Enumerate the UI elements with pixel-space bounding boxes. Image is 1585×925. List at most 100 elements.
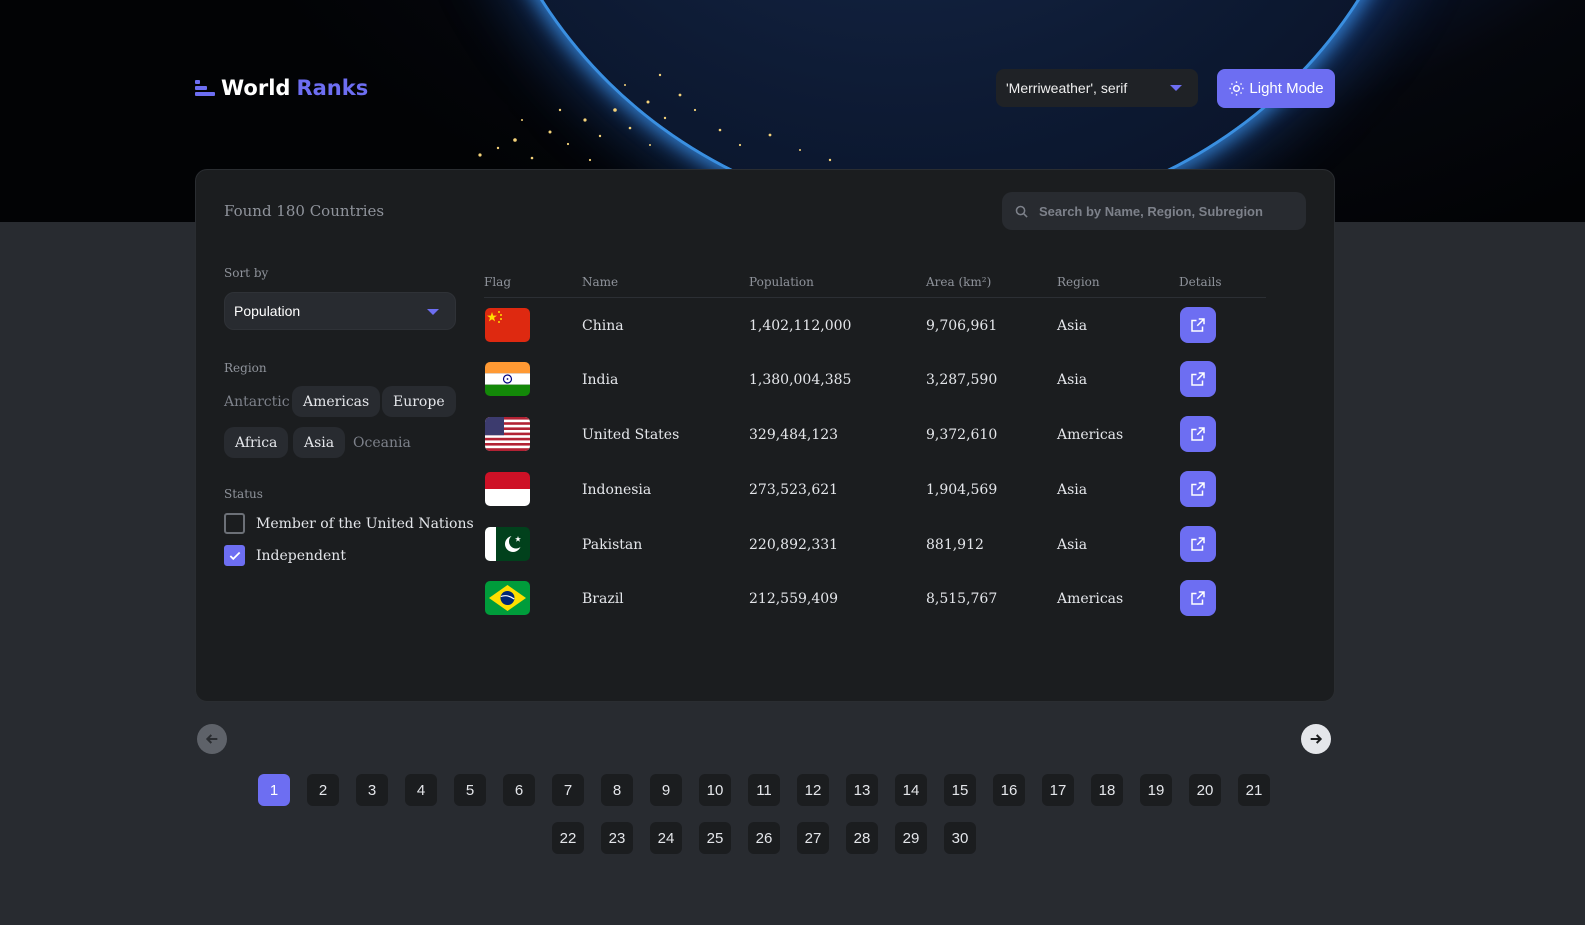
external-link-icon	[1191, 537, 1205, 551]
countries-card: Found 180 Countries Sort by Population R…	[195, 169, 1335, 702]
external-link-icon	[1191, 427, 1205, 441]
details-button[interactable]	[1180, 361, 1216, 397]
table-row[interactable]: Indonesia 273,523,621 1,904,569 Asia	[196, 470, 1336, 510]
search-input[interactable]	[1039, 203, 1289, 219]
next-page-button[interactable]	[1301, 724, 1331, 754]
details-button[interactable]	[1180, 526, 1216, 562]
font-select-value: 'Merriweather', serif	[1006, 80, 1128, 96]
page-button[interactable]: 22	[552, 822, 584, 854]
column-header-area[interactable]: Area (km²)	[926, 275, 991, 289]
country-name: Pakistan	[582, 537, 643, 553]
page-button[interactable]: 26	[748, 822, 780, 854]
page-button[interactable]: 29	[895, 822, 927, 854]
pakistan-flag	[485, 527, 530, 561]
page-button[interactable]: 6	[503, 774, 535, 806]
previous-page-button[interactable]	[197, 724, 227, 754]
country-region: Americas	[1057, 591, 1124, 607]
external-link-icon	[1191, 318, 1205, 332]
sun-icon	[1229, 81, 1244, 96]
details-button[interactable]	[1180, 416, 1216, 452]
column-header-details[interactable]: Details	[1179, 275, 1222, 289]
country-region: Asia	[1057, 318, 1088, 334]
country-name: India	[582, 372, 619, 388]
country-area: 881,912	[926, 537, 984, 553]
details-button[interactable]	[1180, 580, 1216, 616]
search-icon	[1015, 205, 1028, 218]
header-divider	[484, 297, 1266, 298]
column-header-region[interactable]: Region	[1057, 275, 1100, 289]
page-button[interactable]: 30	[944, 822, 976, 854]
search-box[interactable]	[1002, 192, 1306, 230]
light-mode-button[interactable]: Light Mode	[1217, 69, 1335, 108]
page-button[interactable]: 15	[944, 774, 976, 806]
external-link-icon	[1191, 482, 1205, 496]
page-button[interactable]: 8	[601, 774, 633, 806]
page-button[interactable]: 4	[405, 774, 437, 806]
page-button[interactable]: 10	[699, 774, 731, 806]
brazil-flag	[485, 581, 530, 615]
details-button[interactable]	[1180, 471, 1216, 507]
page-button[interactable]: 2	[307, 774, 339, 806]
external-link-icon	[1191, 591, 1205, 605]
page-button[interactable]: 25	[699, 822, 731, 854]
arrow-right-icon	[1310, 734, 1323, 744]
page-button[interactable]: 12	[797, 774, 829, 806]
page-button[interactable]: 7	[552, 774, 584, 806]
page-button[interactable]: 23	[601, 822, 633, 854]
page-button[interactable]: 9	[650, 774, 682, 806]
app-logo[interactable]: World Ranks	[195, 76, 368, 100]
page-button[interactable]: 13	[846, 774, 878, 806]
page-button[interactable]: 5	[454, 774, 486, 806]
page-button[interactable]: 24	[650, 822, 682, 854]
page-button[interactable]: 17	[1042, 774, 1074, 806]
chevron-down-icon	[1170, 85, 1182, 91]
table-row[interactable]: Brazil 212,559,409 8,515,767 Americas	[196, 579, 1336, 619]
page-button[interactable]: 28	[846, 822, 878, 854]
country-population: 220,892,331	[749, 537, 839, 553]
country-area: 8,515,767	[926, 591, 998, 607]
details-button[interactable]	[1180, 307, 1216, 343]
column-header-population[interactable]: Population	[749, 275, 814, 289]
page-button[interactable]: 21	[1238, 774, 1270, 806]
china-flag	[485, 308, 530, 342]
country-area: 3,287,590	[926, 372, 998, 388]
page-button[interactable]: 16	[993, 774, 1025, 806]
sort-label: Sort by	[224, 266, 269, 280]
font-family-select[interactable]: 'Merriweather', serif	[996, 69, 1198, 107]
country-population: 1,402,112,000	[749, 318, 852, 334]
country-name: United States	[582, 427, 680, 443]
usa-flag	[485, 417, 530, 451]
light-mode-label: Light Mode	[1249, 80, 1324, 97]
country-name: Indonesia	[582, 482, 652, 498]
country-region: Asia	[1057, 372, 1088, 388]
india-flag	[485, 362, 530, 396]
country-name: China	[582, 318, 624, 334]
country-area: 9,706,961	[926, 318, 998, 334]
logo-word-ranks: Ranks	[296, 76, 369, 100]
country-region: Asia	[1057, 537, 1088, 553]
column-header-name[interactable]: Name	[582, 275, 618, 289]
country-name: Brazil	[582, 591, 624, 607]
logo-bars-icon	[195, 80, 215, 96]
indonesia-flag	[485, 472, 530, 506]
column-header-flag[interactable]: Flag	[484, 275, 511, 289]
country-area: 1,904,569	[926, 482, 998, 498]
country-area: 9,372,610	[926, 427, 998, 443]
page-button[interactable]: 14	[895, 774, 927, 806]
page-button[interactable]: 19	[1140, 774, 1172, 806]
page-button[interactable]: 1	[258, 774, 290, 806]
page-button[interactable]: 27	[797, 822, 829, 854]
page-button[interactable]: 11	[748, 774, 780, 806]
page-button[interactable]: 3	[356, 774, 388, 806]
table-row[interactable]: United States 329,484,123 9,372,610 Amer…	[196, 415, 1336, 455]
country-region: Americas	[1057, 427, 1124, 443]
table-row[interactable]: China 1,402,112,000 9,706,961 Asia	[196, 306, 1336, 346]
country-population: 1,380,004,385	[749, 372, 852, 388]
country-population: 273,523,621	[749, 482, 839, 498]
arrow-left-icon	[205, 734, 218, 744]
page-button[interactable]: 18	[1091, 774, 1123, 806]
table-row[interactable]: Pakistan 220,892,331 881,912 Asia	[196, 525, 1336, 565]
table-row[interactable]: India 1,380,004,385 3,287,590 Asia	[196, 360, 1336, 400]
external-link-icon	[1191, 372, 1205, 386]
page-button[interactable]: 20	[1189, 774, 1221, 806]
